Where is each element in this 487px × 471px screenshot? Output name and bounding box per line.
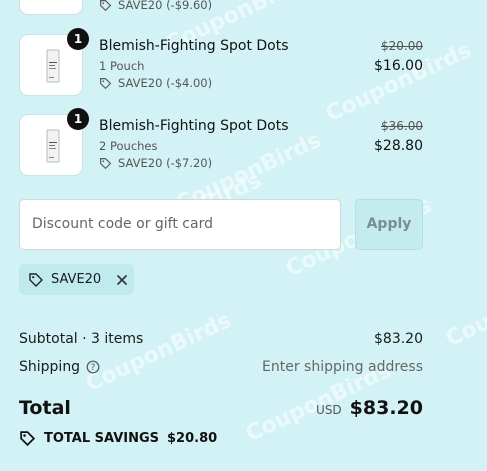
total-row: USD $83.20 [316, 397, 423, 419]
quantity-badge: 1 [67, 108, 89, 130]
quantity-badge: 1 [67, 28, 89, 50]
item-price: $16.00 [374, 58, 423, 74]
tag-icon [29, 272, 43, 287]
close-icon[interactable] [115, 273, 129, 287]
total-label: Total [19, 397, 71, 419]
item-discount-text: SAVE20 (-$4.00) [118, 76, 213, 90]
subtotal-label: Subtotal · 3 items [19, 331, 144, 347]
savings-label: TOTAL SAVINGS [44, 431, 160, 446]
item-variant: 1 Pouch [99, 59, 145, 73]
item-discount: SAVE20 (-$4.00) [99, 76, 212, 90]
item-original-price: $36.00 [381, 119, 423, 133]
shipping-value: Enter shipping address [262, 359, 423, 375]
item-discount: SAVE20 (-$9.60) [99, 0, 212, 12]
item-discount-text: SAVE20 (-$9.60) [118, 0, 213, 12]
discount-code-input[interactable]: Discount code or gift card [19, 199, 341, 250]
shipping-label: Shipping [19, 359, 81, 375]
watermark: CouponBirds [442, 262, 487, 353]
subtotal-value: $83.20 [374, 331, 423, 347]
applied-discount-chip: SAVE20 [19, 264, 134, 295]
item-price: $28.80 [374, 138, 423, 154]
apply-button[interactable]: Apply [355, 199, 423, 250]
item-discount-text: SAVE20 (-$7.20) [118, 156, 213, 170]
tag-icon [100, 0, 112, 11]
tag-icon [20, 431, 36, 447]
total-value: $83.20 [349, 397, 423, 419]
savings-value: $20.80 [167, 431, 218, 446]
item-original-price: $20.00 [381, 39, 423, 53]
total-savings: TOTAL SAVINGS $20.80 [19, 430, 217, 447]
product-thumbnail: 1 [19, 108, 89, 176]
pouch-image [46, 49, 60, 83]
currency-code: USD [316, 403, 342, 417]
discount-code-placeholder: Discount code or gift card [32, 216, 213, 232]
svg-text:?: ? [91, 363, 96, 373]
item-variant: 2 Pouches [99, 139, 158, 153]
pouch-image [46, 129, 60, 163]
product-thumbnail [19, 0, 83, 15]
tag-icon [100, 157, 112, 169]
item-discount: SAVE20 (-$7.20) [99, 156, 212, 170]
item-name: Blemish-Fighting Spot Dots [99, 38, 289, 54]
product-thumbnail: 1 [19, 28, 89, 96]
item-name: Blemish-Fighting Spot Dots [99, 118, 289, 134]
watermark: CouponBirds [82, 307, 236, 398]
applied-code-label: SAVE20 [51, 272, 102, 287]
tag-icon [100, 77, 112, 89]
shipping-row: Shipping ? [19, 359, 100, 375]
help-circle-icon[interactable]: ? [86, 360, 100, 374]
